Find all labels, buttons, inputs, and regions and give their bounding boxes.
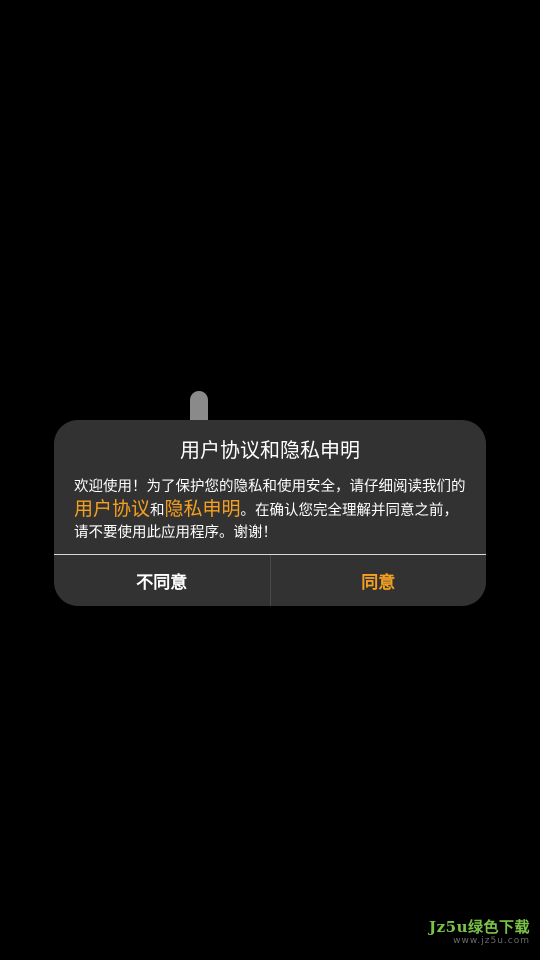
- privacy-dialog: 用户协议和隐私申明 欢迎使用！为了保护您的隐私和使用安全，请仔细阅读我们的用户协…: [54, 420, 486, 606]
- user-agreement-link[interactable]: 用户协议: [74, 498, 150, 520]
- watermark-url: www.jz5u.com: [453, 936, 530, 946]
- privacy-statement-link[interactable]: 隐私申明: [165, 498, 241, 520]
- message-and: 和: [150, 503, 165, 519]
- agree-button[interactable]: 同意: [271, 555, 487, 606]
- message-prefix: 欢迎使用！为了保护您的隐私和使用安全，请仔细阅读我们的: [74, 479, 466, 495]
- disagree-button[interactable]: 不同意: [54, 555, 271, 606]
- watermark-logo-text: Jz5u绿色下载: [429, 918, 530, 936]
- dialog-title: 用户协议和隐私申明: [180, 438, 360, 462]
- watermark: Jz5u绿色下载 www.jz5u.com: [429, 916, 530, 946]
- dialog-message: 欢迎使用！为了保护您的隐私和使用安全，请仔细阅读我们的用户协议和隐私申明。在确认…: [74, 476, 468, 544]
- dialog-button-row: 不同意 同意: [54, 555, 486, 606]
